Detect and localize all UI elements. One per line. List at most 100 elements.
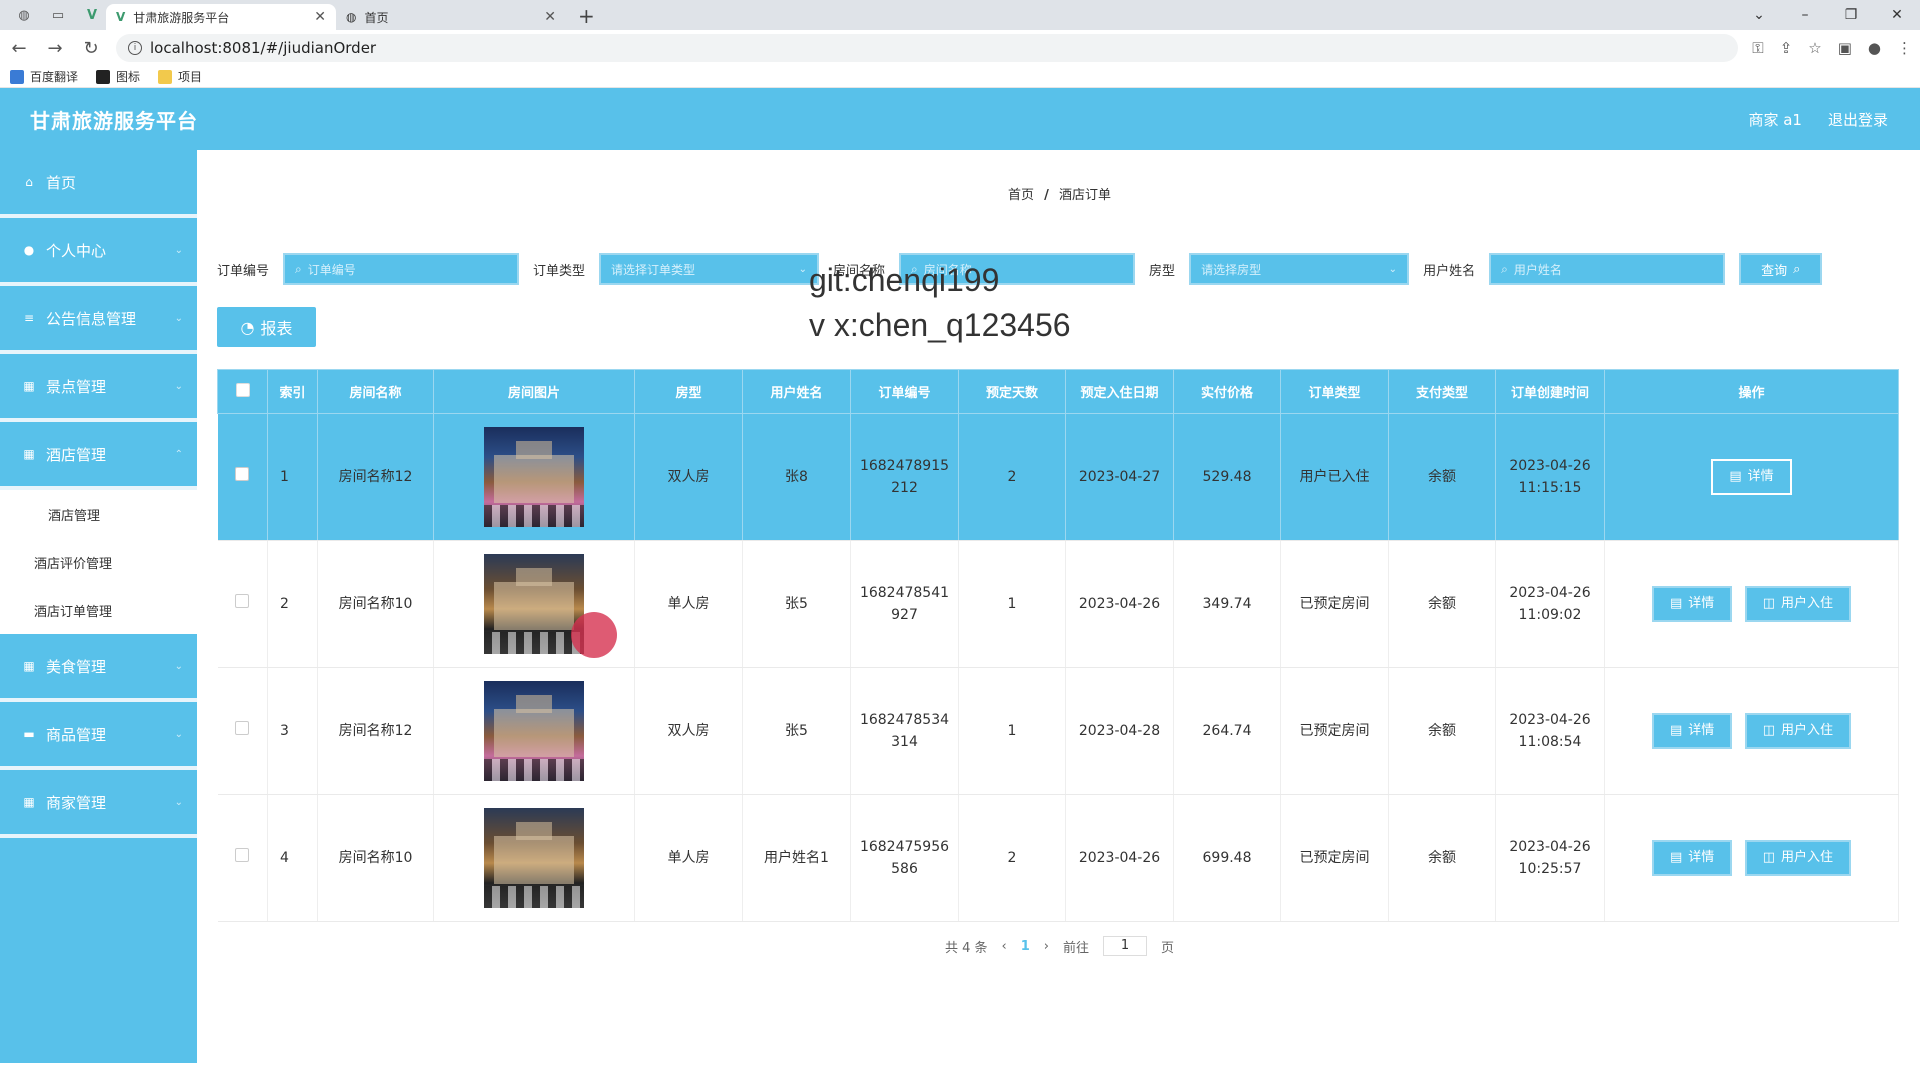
breadcrumb-home[interactable]: 首页: [1008, 188, 1034, 203]
home-icon: ⌂: [25, 175, 33, 189]
restore-icon[interactable]: ❐: [1828, 7, 1874, 23]
column-header: 房间图片: [433, 369, 635, 414]
minimize-icon[interactable]: –: [1782, 7, 1828, 23]
column-header: 实付价格: [1173, 369, 1281, 414]
reload-icon[interactable]: ↻: [80, 38, 102, 59]
next-page-icon[interactable]: ›: [1044, 939, 1049, 954]
select-all-checkbox[interactable]: [217, 369, 268, 414]
sidebar-item-profile[interactable]: ● 个人中心 ⌄: [0, 218, 197, 286]
grid-icon: ▦: [23, 447, 35, 461]
column-header: 预定入住日期: [1065, 369, 1174, 414]
close-icon[interactable]: ✕: [314, 9, 326, 25]
orders-table: 索引 房间名称 房间图片 房型 用户姓名 订单编号 预定天数 预定入住日期 实付…: [217, 369, 1899, 922]
goto-label: 前往: [1062, 940, 1089, 956]
star-icon[interactable]: ☆: [1808, 39, 1821, 57]
goto-page-input[interactable]: 1: [1103, 936, 1147, 956]
pie-chart-icon: ◔: [240, 317, 255, 337]
sidebar-subitem-hotel[interactable]: 酒店管理: [0, 490, 197, 538]
sidebar-item-notice[interactable]: ≡ 公告信息管理 ⌄: [0, 286, 197, 354]
column-header: 用户姓名: [742, 369, 851, 414]
column-header: 订单类型: [1280, 369, 1389, 414]
sidebar-subitem-hotel-order[interactable]: 酒店订单管理: [0, 586, 197, 634]
grid-icon: ▦: [23, 379, 35, 393]
forward-icon[interactable]: →: [44, 38, 66, 59]
checkin-button[interactable]: ◫ 用户入住: [1744, 713, 1852, 749]
user-icon: ●: [23, 243, 35, 257]
table-row[interactable]: 1 房间名称12 双人房 张8 1682478915 212 2 2023-04-…: [217, 413, 1899, 541]
share-icon[interactable]: ⇪: [1780, 39, 1793, 57]
bookmark-item[interactable]: 图标: [96, 68, 140, 85]
info-icon[interactable]: i: [128, 41, 142, 55]
sidebar-item-goods[interactable]: ▬ 商品管理 ⌄: [0, 702, 197, 770]
user-name-input[interactable]: ⌕ 用户姓名: [1489, 253, 1726, 285]
detail-button[interactable]: ▤ 详情: [1651, 840, 1733, 876]
close-window-icon[interactable]: ✕: [1874, 7, 1920, 23]
search-icon: ⌕: [295, 261, 302, 276]
query-button[interactable]: 查询 ⌕: [1739, 253, 1823, 285]
book-icon: ◫: [1762, 723, 1776, 738]
globe-icon[interactable]: ◍: [10, 2, 38, 28]
detail-button[interactable]: ▤ 详情: [1651, 713, 1733, 749]
back-icon[interactable]: ←: [8, 38, 30, 59]
search-icon: ⌕: [1501, 261, 1508, 276]
room-type-select[interactable]: 请选择房型 ⌄: [1189, 253, 1410, 285]
menu-icon[interactable]: ⋮: [1897, 39, 1912, 57]
room-image[interactable]: [484, 554, 584, 654]
key-icon[interactable]: ⚿: [1752, 39, 1763, 57]
order-type-label: 订单类型: [533, 263, 586, 279]
browser-tabbar: ◍ ▭ V V 甘肃旅游服务平台 ✕ ◍ 首页 ✕ + ⌄ – ❐ ✕: [0, 0, 1920, 30]
browser-tab[interactable]: ◍ 首页 ✕: [336, 4, 566, 30]
watermark-text: git:chenqi199 v x:chen_q123456: [809, 262, 1071, 343]
order-no-input[interactable]: ⌕ 订单编号: [283, 253, 520, 285]
checkin-button[interactable]: ◫ 用户入住: [1744, 840, 1852, 876]
room-image[interactable]: [484, 808, 584, 908]
book-icon: ◫: [1762, 596, 1776, 611]
logout-link[interactable]: 退出登录: [1828, 109, 1888, 130]
chevron-down-icon: ⌄: [1388, 263, 1398, 275]
sidebar-item-food[interactable]: ▦ 美食管理 ⌄: [0, 634, 197, 702]
chevron-down-icon[interactable]: ⌄: [1736, 7, 1782, 23]
row-checkbox[interactable]: [217, 667, 268, 795]
sidebar-item-merchant[interactable]: ▦ 商家管理 ⌄: [0, 770, 197, 838]
report-button[interactable]: ◔ 报表: [217, 307, 316, 347]
bookmarks-bar: 百度翻译 图标 项目: [0, 66, 1920, 88]
page-number[interactable]: 1: [1021, 939, 1030, 954]
blank-tab-icon[interactable]: ▭: [44, 2, 72, 28]
bookmark-item[interactable]: 项目: [158, 68, 202, 85]
column-header: 订单编号: [850, 369, 959, 414]
url-field[interactable]: i localhost:8081/#/jiudianOrder: [116, 34, 1739, 62]
browser-tab-active[interactable]: V 甘肃旅游服务平台 ✕: [106, 4, 336, 30]
main-content: 首页 / 酒店订单 订单编号 ⌕ 订单编号 订单类型 请选择订单类型 ⌄ 房间名…: [197, 150, 1920, 1063]
close-icon[interactable]: ✕: [544, 9, 556, 25]
bookmark-item[interactable]: 百度翻译: [10, 68, 78, 85]
sidebar-item-home[interactable]: ⌂ 首页: [0, 150, 197, 218]
row-checkbox[interactable]: [217, 794, 268, 922]
list-icon: ≡: [23, 311, 35, 325]
sidebar-subitem-hotel-review[interactable]: 酒店评价管理: [0, 538, 197, 586]
room-image[interactable]: [484, 681, 584, 781]
table-row[interactable]: 2 房间名称10 单人房 张5 1682478541 927 1 2023-04-…: [217, 540, 1899, 668]
row-checkbox[interactable]: [217, 413, 268, 541]
detail-button[interactable]: ▤ 详情: [1711, 459, 1792, 495]
detail-button[interactable]: ▤ 详情: [1651, 586, 1733, 622]
table-row[interactable]: 4 房间名称10 单人房 用户姓名1 1682475956 586 2 2023-…: [217, 794, 1899, 922]
order-type-select[interactable]: 请选择订单类型 ⌄: [599, 253, 820, 285]
sidebar-item-hotel[interactable]: ▦ 酒店管理 ⌃: [0, 422, 197, 490]
row-checkbox[interactable]: [217, 540, 268, 668]
document-icon: ▤: [1669, 723, 1683, 738]
checkin-button[interactable]: ◫ 用户入住: [1744, 586, 1852, 622]
chevron-down-icon: ⌄: [174, 796, 183, 808]
table-row[interactable]: 3 房间名称12 双人房 张5 1682478534 314 1 2023-04-…: [217, 667, 1899, 795]
translate-icon: [10, 69, 24, 84]
sidepanel-icon[interactable]: ▣: [1838, 39, 1852, 57]
column-header: 支付类型: [1388, 369, 1496, 414]
vue-icon[interactable]: V: [78, 2, 106, 28]
profile-icon[interactable]: ●: [1868, 39, 1881, 57]
sidebar-item-scenic[interactable]: ▦ 景点管理 ⌄: [0, 354, 197, 422]
prev-page-icon[interactable]: ‹: [1002, 939, 1007, 954]
url-text: localhost:8081/#/jiudianOrder: [150, 39, 377, 57]
hotel-submenu: 酒店管理 酒店评价管理 酒店订单管理: [0, 490, 197, 634]
new-tab-button[interactable]: +: [566, 4, 607, 30]
breadcrumb-current: 酒店订单: [1059, 188, 1112, 203]
room-image[interactable]: [484, 427, 584, 527]
